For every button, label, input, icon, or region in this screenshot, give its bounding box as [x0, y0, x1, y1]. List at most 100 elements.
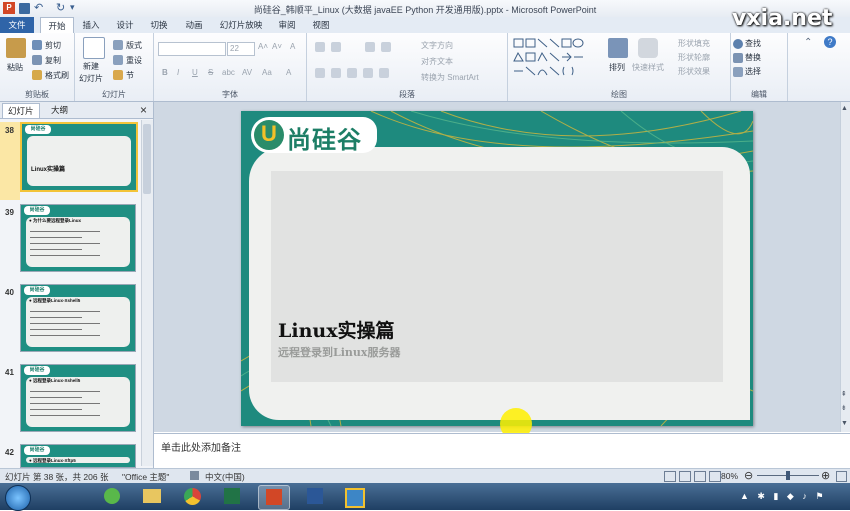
format-painter-button[interactable]: 格式刷 [45, 70, 69, 81]
char-spacing-button[interactable]: AV [242, 68, 252, 77]
section-button[interactable]: 节 [126, 70, 134, 81]
cut-button[interactable]: 剪切 [45, 40, 61, 51]
shapes-gallery[interactable] [512, 37, 600, 79]
prev-slide-icon[interactable]: ⇞ [841, 390, 847, 398]
zoom-level[interactable]: 80% [721, 471, 738, 481]
bullets-icon[interactable] [315, 42, 325, 52]
layout-button[interactable]: 版式 [126, 40, 142, 51]
word-icon[interactable] [300, 485, 330, 508]
new-slide-icon[interactable] [83, 37, 105, 59]
system-tray[interactable]: ▲ ✱ ▮ ◆ ♪ ⚑ [740, 491, 840, 503]
shrink-font-button[interactable]: A˅ [272, 42, 282, 51]
slide-thumbnail[interactable]: 尚硅谷 Linux实操篇 [20, 122, 138, 192]
zoom-out-icon[interactable]: ⊖ [744, 469, 753, 482]
font-name-field[interactable] [158, 42, 226, 56]
quick-styles-button[interactable]: 快速样式 [632, 62, 664, 73]
text-direction-button[interactable]: 文字方向 [421, 40, 453, 51]
align-text-button[interactable]: 对齐文本 [421, 56, 453, 67]
slide-scrollbar[interactable]: ▲ ⇞ ⇟ ▼ [840, 102, 850, 432]
panel-scrollbar[interactable] [141, 120, 153, 466]
help-icon[interactable]: ? [824, 36, 836, 48]
notes-pane[interactable]: 单击此处添加备注 [154, 433, 850, 469]
clear-format-button[interactable]: A [290, 42, 295, 51]
tab-review[interactable]: 审阅 [272, 17, 302, 33]
slide-thumbnail[interactable]: 尚硅谷 ● 远程登录Linux-Xshell5 [20, 284, 136, 352]
tab-home[interactable]: 开始 [40, 17, 74, 34]
font-color-button[interactable]: A [286, 68, 291, 77]
cut-icon[interactable] [32, 40, 42, 50]
underline-button[interactable]: U [192, 68, 198, 77]
columns-icon[interactable] [379, 68, 389, 78]
scroll-up-icon[interactable]: ▲ [841, 105, 848, 112]
reading-view-icon[interactable] [694, 471, 706, 482]
strikethrough-button[interactable]: S [208, 68, 213, 77]
tab-view[interactable]: 视图 [306, 17, 336, 33]
language-indicator[interactable]: 中文(中国) [205, 471, 245, 483]
tab-outline[interactable]: 大纲 [46, 103, 73, 117]
slide-thumbnail[interactable]: 尚硅谷 ● 为什么要远程登录Linux [20, 204, 136, 272]
align-right-icon[interactable] [347, 68, 357, 78]
reset-icon[interactable] [113, 55, 123, 65]
layout-icon[interactable] [113, 40, 123, 50]
italic-button[interactable]: I [177, 68, 179, 77]
slideshow-view-icon[interactable] [709, 471, 721, 482]
numbering-icon[interactable] [331, 42, 341, 52]
arrange-button[interactable]: 排列 [609, 62, 625, 73]
fit-slide-icon[interactable] [836, 471, 847, 482]
select-button[interactable]: 选择 [745, 66, 761, 77]
tab-slideshow[interactable]: 幻灯片放映 [214, 17, 268, 33]
shape-fill-button[interactable]: 形状填充 [678, 38, 710, 49]
normal-view-icon[interactable] [664, 471, 676, 482]
chrome-icon[interactable] [177, 485, 207, 508]
new-slide-button-line2[interactable]: 幻灯片 [79, 73, 103, 84]
change-case-button[interactable]: Aa [262, 68, 272, 77]
notes-placeholder[interactable]: 单击此处添加备注 [161, 439, 241, 454]
slide-canvas[interactable]: U 尚硅谷 Linux实操篇 远程登录到Linux服务器 [241, 111, 753, 426]
panel-scrollbar-thumb[interactable] [143, 124, 151, 194]
tab-insert[interactable]: 插入 [76, 17, 106, 33]
arrange-icon[interactable] [608, 38, 628, 58]
next-slide-icon[interactable]: ⇟ [841, 404, 847, 412]
tab-animations[interactable]: 动画 [178, 17, 210, 33]
powerpoint-taskbar-icon[interactable] [258, 485, 290, 510]
close-icon[interactable]: × [140, 103, 147, 117]
file-explorer-icon[interactable] [137, 485, 167, 508]
start-button-icon[interactable] [5, 485, 31, 511]
find-button[interactable]: 查找 [745, 38, 761, 49]
grow-font-button[interactable]: A˄ [258, 42, 268, 51]
bold-button[interactable]: B [162, 68, 168, 77]
tab-file[interactable]: 文件 [0, 17, 34, 33]
proofing-icon[interactable] [190, 471, 199, 480]
excel-icon[interactable] [217, 485, 247, 508]
find-icon[interactable] [733, 39, 743, 49]
ribbon-minimize-icon[interactable]: ⌃ [804, 37, 812, 48]
taskbar-app-1-icon[interactable] [97, 485, 127, 508]
shape-effects-button[interactable]: 形状效果 [678, 66, 710, 77]
text-shadow-button[interactable]: abc [222, 68, 235, 77]
increase-indent-icon[interactable] [381, 42, 391, 52]
slide-thumbnail[interactable]: 尚硅谷 ● 远程登录Linux-Xshell5 [20, 364, 136, 432]
decrease-indent-icon[interactable] [365, 42, 375, 52]
scroll-down-icon[interactable]: ▼ [841, 420, 848, 427]
paste-button[interactable]: 粘贴 [7, 62, 23, 73]
shape-outline-button[interactable]: 形状轮廓 [678, 52, 710, 63]
tab-slides[interactable]: 幻灯片 [2, 103, 40, 118]
format-painter-icon[interactable] [32, 70, 42, 80]
tab-transitions[interactable]: 切换 [144, 17, 174, 33]
tab-design[interactable]: 设计 [110, 17, 140, 33]
justify-icon[interactable] [363, 68, 373, 78]
taskbar-app-7-icon[interactable] [340, 485, 370, 508]
slide-title[interactable]: Linux实操篇 [278, 316, 395, 343]
paste-icon[interactable] [6, 38, 26, 58]
slide-subtitle[interactable]: 远程登录到Linux服务器 [278, 344, 400, 360]
select-icon[interactable] [733, 67, 743, 77]
section-icon[interactable] [113, 70, 123, 80]
slide-thumbnail[interactable]: 尚硅谷 ● 远程登录Linux-Xftp5 [20, 444, 136, 468]
align-left-icon[interactable] [315, 68, 325, 78]
reset-button[interactable]: 重设 [126, 55, 142, 66]
copy-button[interactable]: 复制 [45, 55, 61, 66]
zoom-in-icon[interactable]: ⊕ [821, 469, 830, 482]
replace-button[interactable]: 替换 [745, 52, 761, 63]
quick-styles-icon[interactable] [638, 38, 658, 58]
replace-icon[interactable] [733, 53, 743, 63]
